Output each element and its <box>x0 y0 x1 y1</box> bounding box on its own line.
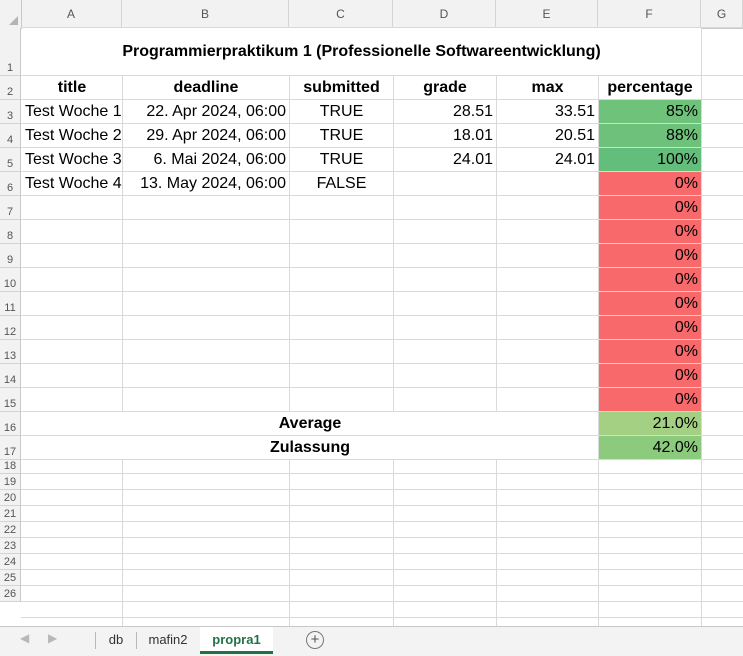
row-header-14[interactable]: 14 <box>0 364 21 388</box>
row-header-3[interactable]: 3 <box>0 100 21 124</box>
row-header-22[interactable]: 22 <box>0 522 21 538</box>
column-header-b[interactable]: B <box>122 0 289 28</box>
cell-percentage[interactable]: 0% <box>599 172 701 195</box>
cell-grade[interactable]: 18.01 <box>394 124 496 147</box>
row-header-6[interactable]: 6 <box>0 172 21 196</box>
summary-value[interactable]: 42.0% <box>599 436 701 459</box>
column-header-e[interactable]: E <box>496 0 598 28</box>
add-sheet-icon[interactable]: + <box>306 631 324 649</box>
summary-label[interactable]: Average <box>22 412 598 435</box>
column-header-c[interactable]: C <box>289 0 393 28</box>
gridline-horizontal <box>21 489 743 490</box>
column-header-d[interactable]: D <box>393 0 496 28</box>
row-header-19[interactable]: 19 <box>0 474 21 490</box>
header-percentage[interactable]: percentage <box>599 76 701 99</box>
cell-percentage[interactable]: 85% <box>599 100 701 123</box>
gridline-horizontal <box>21 505 743 506</box>
select-all-corner[interactable] <box>0 0 22 28</box>
row-header-18[interactable]: 18 <box>0 460 21 474</box>
cell-submitted[interactable]: TRUE <box>290 100 393 123</box>
cell-title[interactable]: Test Woche 4 <box>22 172 122 195</box>
sheet-tab-db[interactable]: db <box>96 627 136 654</box>
cell-title[interactable]: Test Woche 3 <box>22 148 122 171</box>
cell-percentage[interactable]: 100% <box>599 148 701 171</box>
row-header-20[interactable]: 20 <box>0 490 21 506</box>
cell-percentage[interactable]: 0% <box>599 292 701 315</box>
spreadsheet-grid[interactable]: A B C D E F G 1 2 3 4 5 6 7 8 9 10 11 12 13 14 15 16 17 18 19 20 21… <box>0 0 743 626</box>
gridline-horizontal <box>21 553 743 554</box>
row-header-7[interactable]: 7 <box>0 196 21 220</box>
header-grade[interactable]: grade <box>394 76 496 99</box>
cell-deadline[interactable]: 29. Apr 2024, 06:00 <box>123 124 289 147</box>
cell-grade[interactable] <box>394 172 496 195</box>
row-header-13[interactable]: 13 <box>0 340 21 364</box>
scroll-tabs-right-icon[interactable]: ▶ <box>48 631 57 645</box>
cell-percentage[interactable]: 0% <box>599 340 701 363</box>
header-max[interactable]: max <box>497 76 598 99</box>
gridline-horizontal <box>21 473 743 474</box>
cell-submitted[interactable]: FALSE <box>290 172 393 195</box>
cell-max[interactable]: 24.01 <box>497 148 598 171</box>
cell-title[interactable]: Test Woche 1 <box>22 100 122 123</box>
row-header-21[interactable]: 21 <box>0 506 21 522</box>
cell-max[interactable]: 33.51 <box>497 100 598 123</box>
cell-percentage[interactable]: 0% <box>599 388 701 411</box>
row-header-24[interactable]: 24 <box>0 554 21 570</box>
row-header-9[interactable]: 9 <box>0 244 21 268</box>
row-header-5[interactable]: 5 <box>0 148 21 172</box>
cell-percentage[interactable]: 0% <box>599 220 701 243</box>
summary-label[interactable]: Zulassung <box>22 436 598 459</box>
row-header-15[interactable]: 15 <box>0 388 21 412</box>
sheet-tab-bar: ◀ ▶ db mafin2 propra1 + <box>0 626 743 656</box>
row-header-12[interactable]: 12 <box>0 316 21 340</box>
gridline-horizontal <box>21 521 743 522</box>
column-header-g[interactable]: G <box>701 0 743 28</box>
cell-percentage[interactable]: 0% <box>599 364 701 387</box>
cell-title[interactable]: Test Woche 2 <box>22 124 122 147</box>
cell-deadline[interactable]: 6. Mai 2024, 06:00 <box>123 148 289 171</box>
row-header-25[interactable]: 25 <box>0 570 21 586</box>
cell-deadline[interactable]: 22. Apr 2024, 06:00 <box>123 100 289 123</box>
cell-percentage[interactable]: 0% <box>599 316 701 339</box>
row-header-23[interactable]: 23 <box>0 538 21 554</box>
cell-percentage[interactable]: 0% <box>599 244 701 267</box>
row-header-26[interactable]: 26 <box>0 586 21 602</box>
gridline-horizontal <box>21 601 743 602</box>
scroll-tabs-left-icon[interactable]: ◀ <box>20 631 29 645</box>
cell-grade[interactable]: 24.01 <box>394 148 496 171</box>
row-header-1[interactable]: 1 <box>0 28 21 76</box>
row-header-16[interactable]: 16 <box>0 412 21 436</box>
gridline-vertical <box>701 28 702 626</box>
cell-submitted[interactable]: TRUE <box>290 124 393 147</box>
row-header-8[interactable]: 8 <box>0 220 21 244</box>
cell-percentage[interactable]: 88% <box>599 124 701 147</box>
column-header-a[interactable]: A <box>21 0 122 28</box>
cell-percentage[interactable]: 0% <box>599 268 701 291</box>
sheet-tab-propra1[interactable]: propra1 <box>200 627 273 654</box>
row-header-4[interactable]: 4 <box>0 124 21 148</box>
row-header-10[interactable]: 10 <box>0 268 21 292</box>
cell-submitted[interactable]: TRUE <box>290 148 393 171</box>
row-header-2[interactable]: 2 <box>0 76 21 100</box>
row-header-17[interactable]: 17 <box>0 436 21 460</box>
cell-deadline[interactable]: 13. May 2024, 06:00 <box>123 172 289 195</box>
cell-percentage[interactable]: 0% <box>599 196 701 219</box>
cell-max[interactable] <box>497 172 598 195</box>
header-title[interactable]: title <box>22 76 122 99</box>
sheet-tab-mafin2[interactable]: mafin2 <box>137 627 199 654</box>
cell-max[interactable]: 20.51 <box>497 124 598 147</box>
gridline-horizontal <box>21 537 743 538</box>
gridline-horizontal <box>21 569 743 570</box>
summary-value[interactable]: 21.0% <box>599 412 701 435</box>
sheet-title-cell[interactable]: Programmierpraktikum 1 (Professionelle S… <box>22 28 701 75</box>
gridline-horizontal <box>21 459 743 460</box>
gridline-horizontal <box>21 585 743 586</box>
header-deadline[interactable]: deadline <box>123 76 289 99</box>
column-header-f[interactable]: F <box>598 0 701 28</box>
row-header-11[interactable]: 11 <box>0 292 21 316</box>
header-submitted[interactable]: submitted <box>290 76 393 99</box>
gridline-horizontal <box>21 617 743 618</box>
cell-grade[interactable]: 28.51 <box>394 100 496 123</box>
